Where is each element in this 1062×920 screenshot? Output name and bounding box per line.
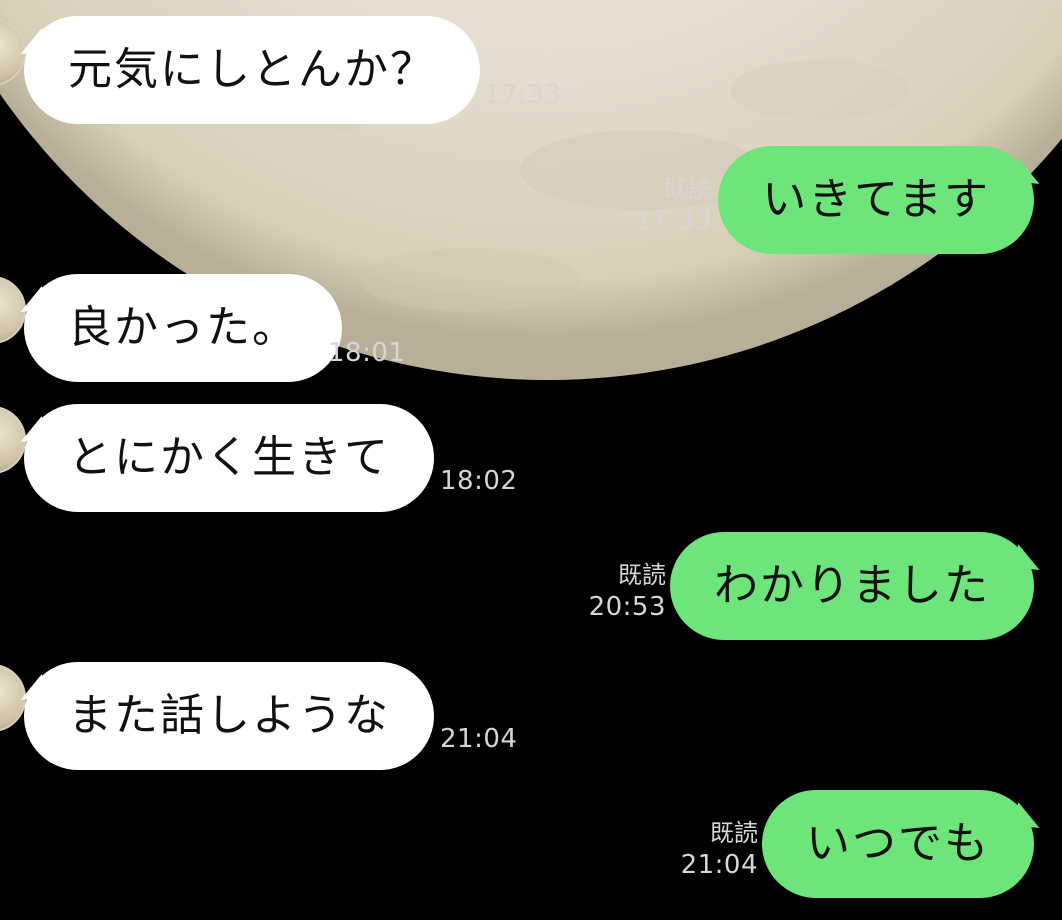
message-time: 21:04 [440,724,518,754]
message-bubble-incoming[interactable]: 元気にしとんか？ [14,16,480,124]
message-text: とにかく生きて [68,432,390,483]
read-receipt: 既読 [618,561,666,589]
message-bubble-outgoing[interactable]: わかりました [670,532,1046,640]
message-text: また話しような [68,690,390,741]
message-bubble-outgoing[interactable]: いつでも [762,790,1046,898]
chat-view: 元気にしとんか？ 17:33 既読 17:33 いきてます 良かった。 18:0… [0,0,1062,920]
message-bubble-incoming[interactable]: とにかく生きて [14,404,434,512]
message-time: 17:33 [484,80,562,110]
message-text: いきてます [762,174,990,225]
message-meta: 既読 17:33 [635,174,712,238]
message-text: わかりました [714,560,990,611]
message-time: 20:53 [588,592,666,622]
message-bubble-outgoing[interactable]: いきてます [718,146,1046,254]
message-meta: 既読 21:04 [681,818,758,882]
message-bubble-incoming[interactable]: 良かった。 [14,274,342,382]
message-time: 21:04 [680,850,758,880]
message-time: 18:02 [440,466,518,496]
read-receipt: 既読 [710,819,758,847]
message-text: 良かった。 [68,302,298,353]
message-text: いつでも [806,818,990,869]
read-receipt: 既読 [664,175,712,203]
message-bubble-incoming[interactable]: また話しような [14,662,434,770]
message-time: 17:33 [634,206,712,236]
message-meta: 既読 20:53 [589,560,666,624]
message-time: 18:01 [328,338,406,368]
message-text: 元気にしとんか？ [68,44,436,95]
